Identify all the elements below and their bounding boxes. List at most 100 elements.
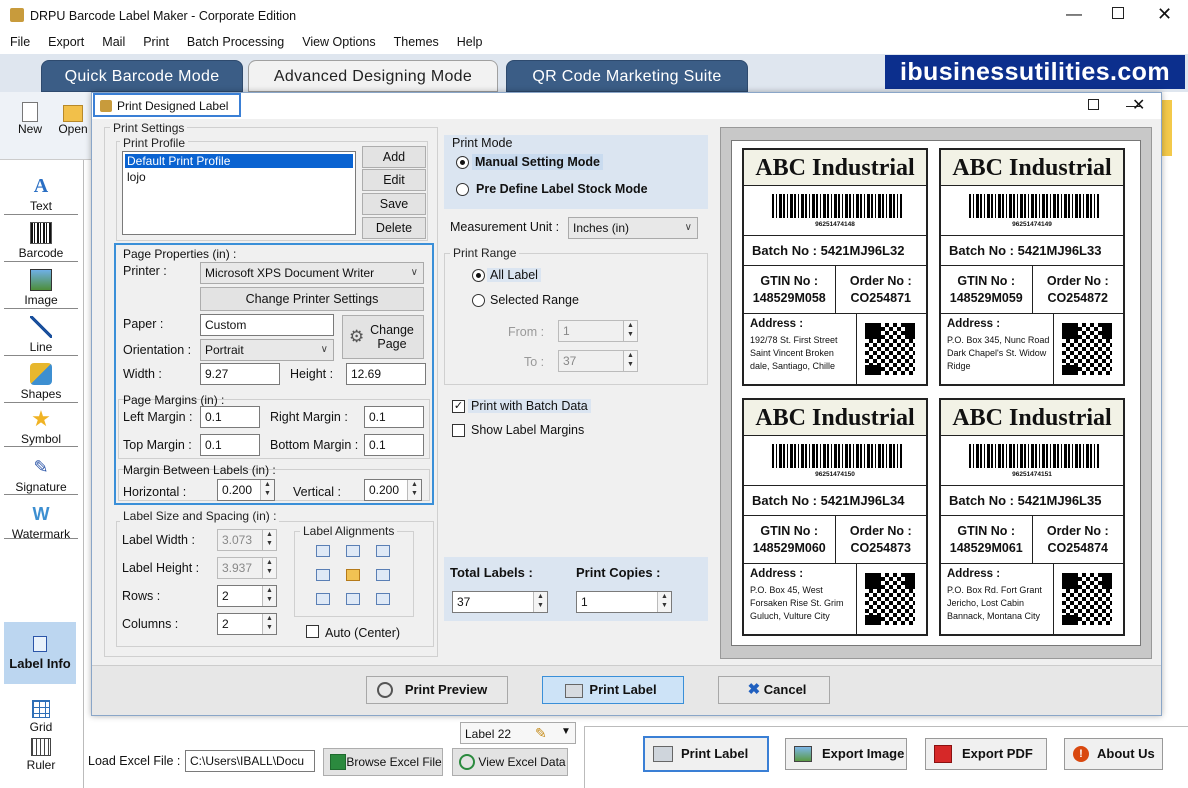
- measurement-unit-select[interactable]: Inches (in) ∨: [568, 217, 698, 239]
- excel-path-field[interactable]: C:\Users\IBALL\Docu: [185, 750, 315, 772]
- align-top-left-icon[interactable]: [316, 545, 330, 557]
- image-tool[interactable]: Image: [4, 269, 78, 307]
- add-profile-button[interactable]: Add: [362, 146, 426, 168]
- close-icon[interactable]: ✕: [1157, 4, 1172, 25]
- tab-qr-code-marketing-suite[interactable]: QR Code Marketing Suite: [506, 60, 748, 92]
- barcode-bars: [969, 444, 1099, 468]
- horizontal-spinner[interactable]: 0.200 ▲ ▼: [217, 479, 275, 501]
- menu-themes[interactable]: Themes: [384, 32, 447, 49]
- align-center-icon[interactable]: [346, 569, 360, 581]
- vertical-spinner[interactable]: 0.200 ▲ ▼: [364, 479, 422, 501]
- label-list-row[interactable]: Label 22 ✎ ▼: [460, 722, 576, 744]
- text-tool[interactable]: A Text: [4, 175, 78, 213]
- view-excel-button[interactable]: View Excel Data: [452, 748, 568, 776]
- menu-mail[interactable]: Mail: [92, 32, 133, 49]
- align-top-right-icon[interactable]: [376, 545, 390, 557]
- delete-profile-button[interactable]: Delete: [362, 217, 426, 239]
- open-button[interactable]: Open: [56, 102, 90, 136]
- paper-field[interactable]: Custom: [200, 314, 334, 336]
- signature-tool[interactable]: ✎ Signature: [4, 456, 78, 494]
- tab-advanced-designing-mode[interactable]: Advanced Designing Mode: [248, 60, 498, 92]
- menu-batch-processing[interactable]: Batch Processing: [177, 32, 292, 49]
- minimize-icon[interactable]: —: [1066, 6, 1082, 24]
- print-copies-spinner[interactable]: 1 ▲ ▼: [576, 591, 672, 613]
- line-tool[interactable]: Line: [4, 316, 78, 354]
- qr-code-icon: [861, 569, 919, 629]
- pencil-icon[interactable]: ✎: [535, 725, 547, 742]
- change-page-button[interactable]: ⚙ Change Page: [342, 315, 424, 359]
- chevron-down-icon: ∨: [320, 344, 328, 355]
- spinner-arrows-icon[interactable]: ▲ ▼: [262, 586, 276, 606]
- export-image-button[interactable]: Export Image: [785, 738, 907, 770]
- all-label-radio[interactable]: [472, 269, 485, 282]
- label-title: ABC Industrial: [744, 400, 926, 436]
- align-top-center-icon[interactable]: [346, 545, 360, 557]
- align-middle-left-icon[interactable]: [316, 569, 330, 581]
- menu-view-options[interactable]: View Options: [292, 32, 383, 49]
- print-preview-button[interactable]: Print Preview: [366, 676, 508, 704]
- left-margin-field[interactable]: 0.1: [200, 406, 260, 428]
- grid-tool[interactable]: Grid: [4, 700, 78, 734]
- spinner-arrows-icon[interactable]: ▲ ▼: [260, 480, 274, 500]
- bottom-margin-field[interactable]: 0.1: [364, 434, 424, 456]
- page-margins-heading: Page Margins (in) :: [123, 393, 225, 407]
- edit-profile-button[interactable]: Edit: [362, 169, 426, 191]
- menu-help[interactable]: Help: [447, 32, 491, 49]
- spinner-arrows-icon[interactable]: ▲ ▼: [533, 592, 547, 612]
- chevron-down-icon[interactable]: ▼: [561, 726, 571, 737]
- height-field[interactable]: 12.69: [346, 363, 426, 385]
- gear-icon: ⚙: [349, 327, 365, 346]
- spinner-arrows-icon[interactable]: ▲ ▼: [657, 592, 671, 612]
- label-title: ABC Industrial: [941, 400, 1123, 436]
- shapes-tool[interactable]: Shapes: [4, 363, 78, 401]
- chevron-down-icon: ∨: [410, 267, 418, 278]
- grid-icon: [32, 700, 50, 718]
- show-margins-checkbox[interactable]: [452, 424, 465, 437]
- menu-print[interactable]: Print: [133, 32, 177, 49]
- orientation-select[interactable]: Portrait ∨: [200, 339, 334, 361]
- menu-file[interactable]: File: [0, 32, 38, 49]
- browse-excel-button[interactable]: Browse Excel File: [323, 748, 443, 776]
- tab-quick-barcode-mode[interactable]: Quick Barcode Mode: [41, 60, 243, 92]
- width-field[interactable]: 9.27: [200, 363, 280, 385]
- predefine-mode-radio[interactable]: [456, 183, 469, 196]
- align-middle-right-icon[interactable]: [376, 569, 390, 581]
- spinner-arrows-icon: ▲ ▼: [623, 321, 637, 341]
- dialog-maximize-icon[interactable]: [1088, 99, 1099, 110]
- printer-select[interactable]: Microsoft XPS Document Writer ∨: [200, 262, 424, 284]
- selected-range-radio[interactable]: [472, 294, 485, 307]
- total-labels-spinner[interactable]: 37 ▲ ▼: [452, 591, 548, 613]
- right-margin-field[interactable]: 0.1: [364, 406, 424, 428]
- top-margin-field[interactable]: 0.1: [200, 434, 260, 456]
- align-bottom-center-icon[interactable]: [346, 593, 360, 605]
- profile-item-lojo[interactable]: lojo: [125, 170, 353, 184]
- about-us-button[interactable]: ! About Us: [1064, 738, 1163, 770]
- profile-item-default[interactable]: Default Print Profile: [125, 154, 353, 168]
- print-label-button[interactable]: Print Label: [542, 676, 684, 704]
- spinner-arrows-icon[interactable]: ▲ ▼: [262, 614, 276, 634]
- export-pdf-button[interactable]: Export PDF: [925, 738, 1047, 770]
- label-info-button[interactable]: Label Info: [4, 622, 76, 684]
- dialog-close-icon[interactable]: ✕: [1132, 95, 1145, 115]
- print-label-main-button[interactable]: Print Label: [643, 736, 769, 772]
- app-titlebar: DRPU Barcode Label Maker - Corporate Edi…: [0, 0, 1188, 32]
- symbol-tool[interactable]: ★ Symbol: [4, 408, 78, 447]
- cancel-button[interactable]: ✖ Cancel: [718, 676, 830, 704]
- new-button[interactable]: New: [12, 102, 48, 136]
- change-printer-settings-button[interactable]: Change Printer Settings: [200, 287, 424, 311]
- auto-center-checkbox[interactable]: [306, 625, 319, 638]
- columns-spinner[interactable]: 2 ▲ ▼: [217, 613, 277, 635]
- barcode-tool[interactable]: Barcode: [4, 222, 78, 260]
- menu-export[interactable]: Export: [38, 32, 92, 49]
- watermark-tool[interactable]: W Watermark: [4, 503, 78, 541]
- profile-list[interactable]: Default Print Profile lojo: [122, 151, 356, 235]
- save-profile-button[interactable]: Save: [362, 193, 426, 215]
- align-bottom-right-icon[interactable]: [376, 593, 390, 605]
- maximize-icon[interactable]: [1112, 7, 1124, 19]
- align-bottom-left-icon[interactable]: [316, 593, 330, 605]
- rows-spinner[interactable]: 2 ▲ ▼: [217, 585, 277, 607]
- spinner-arrows-icon[interactable]: ▲ ▼: [407, 480, 421, 500]
- ruler-tool[interactable]: Ruler: [4, 738, 78, 772]
- manual-mode-radio[interactable]: [456, 156, 469, 169]
- print-batch-checkbox[interactable]: ✓: [452, 400, 465, 413]
